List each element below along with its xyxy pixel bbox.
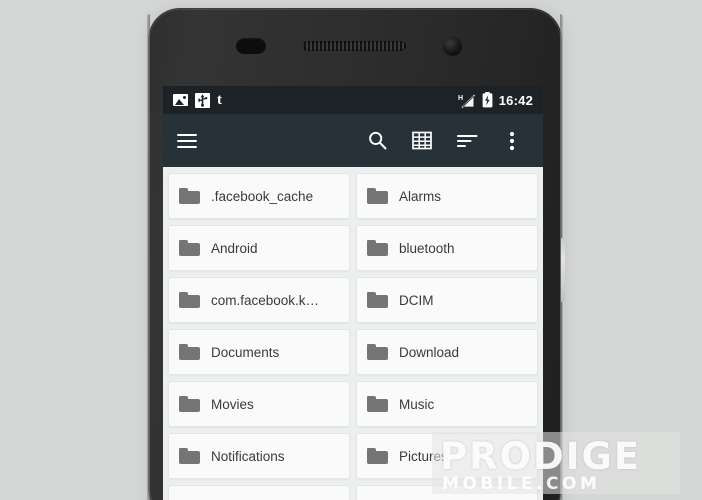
folder-card[interactable]: Download: [356, 329, 538, 375]
proximity-sensor: [236, 38, 266, 54]
folder-card[interactable]: Music: [356, 381, 538, 427]
folder-name: Documents: [211, 344, 280, 360]
phone-screen: t H 16:42 .facebook_cache Alarms Android…: [163, 86, 543, 500]
folder-card[interactable]: DCIM: [356, 277, 538, 323]
sort-icon[interactable]: [450, 124, 484, 158]
folder-card[interactable]: .facebook_cache: [168, 173, 350, 219]
folder-icon: [367, 292, 388, 308]
folder-icon: [367, 448, 388, 464]
folder-card[interactable]: Android: [168, 225, 350, 271]
file-row: Android bluetooth: [168, 225, 538, 271]
file-row: Notifications Pictures: [168, 433, 538, 479]
folder-icon: [367, 344, 388, 360]
app-bar: [163, 114, 543, 167]
folder-icon: [367, 396, 388, 412]
folder-icon: [179, 344, 200, 360]
folder-icon: [367, 188, 388, 204]
usb-icon: [195, 92, 210, 108]
file-row: .facebook_cache Alarms: [168, 173, 538, 219]
photo-icon: [173, 94, 188, 106]
folder-card[interactable]: com.facebook.k…: [168, 277, 350, 323]
earpiece-speaker: [302, 41, 406, 51]
phone-left-edge: [147, 14, 150, 500]
folder-icon: [179, 396, 200, 412]
folder-card[interactable]: [168, 485, 350, 500]
folder-name: Android: [211, 240, 258, 256]
front-camera: [442, 36, 463, 57]
search-icon[interactable]: [360, 124, 394, 158]
file-row: com.facebook.k… DCIM: [168, 277, 538, 323]
folder-name: Download: [399, 344, 460, 360]
file-row: Movies Music: [168, 381, 538, 427]
folder-card[interactable]: Notifications: [168, 433, 350, 479]
battery-charging-icon: [482, 92, 493, 108]
file-row-partial: [168, 485, 538, 500]
folder-icon: [179, 292, 200, 308]
hamburger-menu-icon[interactable]: [177, 133, 197, 148]
status-bar-left-icons: t: [173, 91, 222, 108]
folder-name: .facebook_cache: [211, 188, 314, 204]
overflow-menu-icon[interactable]: [495, 124, 529, 158]
folder-card[interactable]: bluetooth: [356, 225, 538, 271]
folder-name: Pictures: [399, 448, 448, 464]
folder-card[interactable]: [356, 485, 538, 500]
status-bar: t H 16:42: [163, 86, 543, 114]
folder-icon: [179, 240, 200, 256]
folder-name: DCIM: [399, 292, 434, 308]
folder-card[interactable]: Movies: [168, 381, 350, 427]
screenshot-root: t H 16:42 .facebook_cache Alarms Android…: [0, 0, 702, 500]
folder-card[interactable]: Alarms: [356, 173, 538, 219]
folder-icon: [179, 188, 200, 204]
folder-name: com.facebook.k…: [211, 292, 320, 308]
folder-name: Music: [399, 396, 435, 412]
svg-text:H: H: [458, 95, 463, 102]
folder-name: Alarms: [399, 188, 442, 204]
tumblr-icon: t: [217, 91, 222, 108]
file-grid[interactable]: .facebook_cache Alarms Android bluetooth: [163, 167, 543, 500]
file-row: Documents Download: [168, 329, 538, 375]
folder-name: Notifications: [211, 448, 285, 464]
folder-name: bluetooth: [399, 240, 455, 256]
status-bar-clock: 16:42: [498, 92, 533, 108]
folder-icon: [179, 448, 200, 464]
folder-name: Movies: [211, 396, 254, 412]
power-button[interactable]: [561, 238, 565, 302]
folder-icon: [367, 240, 388, 256]
folder-card[interactable]: Pictures: [356, 433, 538, 479]
grid-view-icon[interactable]: [405, 124, 439, 158]
status-bar-right-icons: H 16:42: [458, 92, 533, 108]
signal-h-icon: H: [458, 93, 476, 108]
folder-card[interactable]: Documents: [168, 329, 350, 375]
